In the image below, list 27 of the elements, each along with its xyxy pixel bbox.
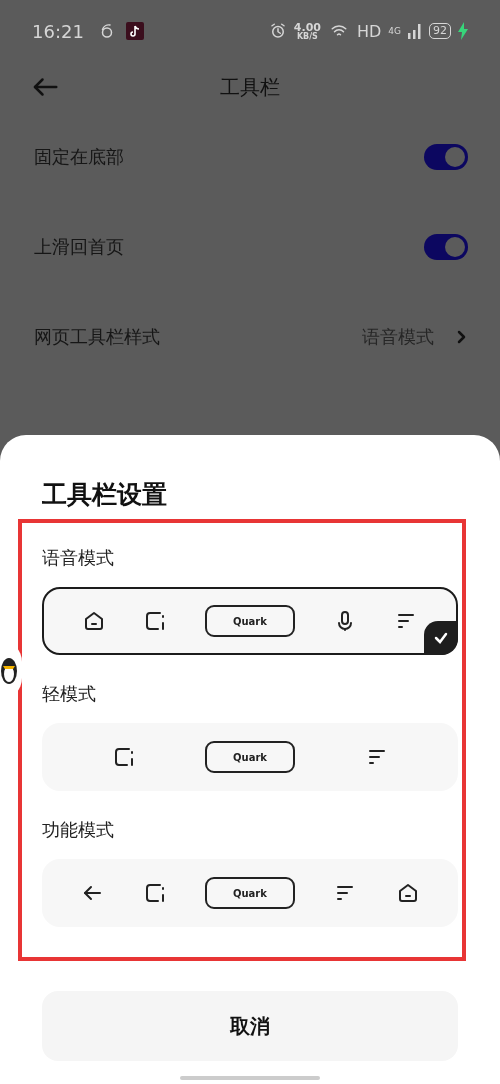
- toolbar-option[interactable]: Quark: [42, 859, 458, 927]
- alarm-clock-icon: [268, 22, 287, 40]
- music-app-icon: [125, 22, 144, 40]
- search-bar: Quark: [205, 741, 295, 773]
- network-type: 4G: [388, 26, 401, 36]
- toolbar-option[interactable]: Quark: [42, 587, 458, 655]
- network-speed: 4.00: [293, 21, 321, 33]
- search-bar: Quark: [205, 877, 295, 909]
- clock-time: 16:21: [32, 20, 84, 42]
- option-label: 功能模式: [42, 818, 114, 842]
- option-label: 轻模式: [42, 682, 96, 706]
- option-label: 语音模式: [42, 546, 114, 570]
- signal-icon: [408, 23, 422, 39]
- battery-level: 92: [429, 23, 451, 39]
- sheet-title: 工具栏设置: [42, 479, 168, 511]
- search-bar: Quark: [204, 605, 295, 637]
- cancel-button[interactable]: 取消: [42, 991, 458, 1061]
- checkmark-icon: [424, 621, 458, 655]
- page-title: 工具栏: [220, 73, 280, 101]
- toggle-switch[interactable]: [424, 234, 468, 260]
- setting-label: 上滑回首页: [34, 235, 124, 259]
- setting-label: 网页工具栏样式: [34, 325, 160, 349]
- toggle-switch[interactable]: [424, 144, 468, 170]
- speed-unit: KB/S: [296, 32, 318, 41]
- setting-label: 固定在底部: [34, 145, 124, 169]
- toolbar-option[interactable]: Quark: [42, 723, 458, 791]
- hd-label: HD: [356, 21, 382, 41]
